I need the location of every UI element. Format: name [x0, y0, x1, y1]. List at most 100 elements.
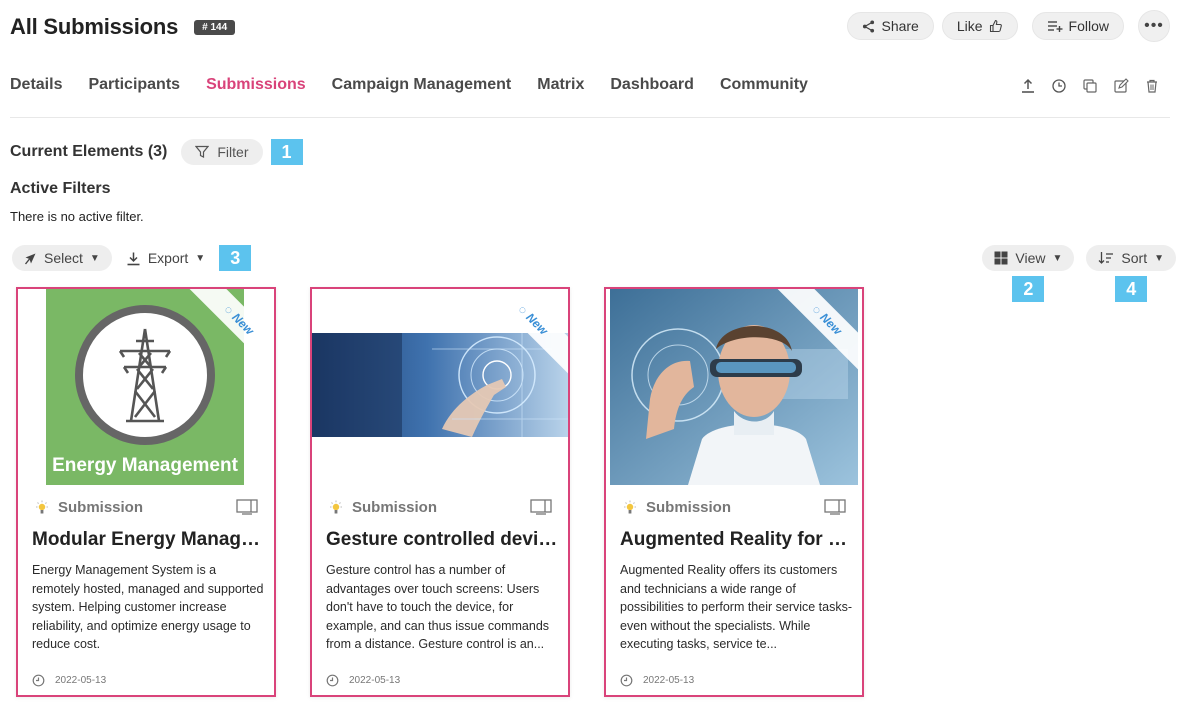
clock-icon [32, 674, 45, 687]
clock-icon[interactable] [1051, 78, 1067, 94]
like-button[interactable]: Like [941, 12, 1018, 40]
toolbar-left: Select ▼ Export ▼ 3 [12, 245, 252, 271]
tab-participants[interactable]: Participants [88, 76, 180, 94]
upload-icon[interactable] [1020, 78, 1036, 94]
chevron-down-icon: ▼ [1052, 252, 1063, 264]
share-icon [863, 19, 875, 33]
card-type: Submission [34, 499, 143, 516]
copy-icon[interactable] [1082, 78, 1098, 94]
card-date: 2022-05-13 [326, 674, 400, 687]
trash-icon[interactable] [1144, 78, 1160, 94]
follow-list-icon [1047, 20, 1063, 32]
card-description: Energy Management System is a remotely h… [32, 563, 264, 652]
submission-card[interactable]: ◌ New Submission Gesture controlled devi… [310, 287, 570, 697]
select-dropdown[interactable]: Select ▼ [12, 245, 112, 271]
lightbulb-icon [330, 500, 342, 513]
no-filter-text: There is no active filter. [10, 209, 144, 224]
tab-campaign-management[interactable]: Campaign Management [332, 76, 512, 94]
sort-dropdown[interactable]: Sort ▼ [1086, 245, 1176, 271]
ribbon-label: New [523, 310, 551, 338]
follow-label: Follow [1068, 18, 1109, 34]
lightbulb-icon [36, 500, 48, 513]
export-label: Export [147, 250, 189, 266]
follow-button[interactable]: Follow [1031, 12, 1124, 40]
clock-icon [326, 674, 339, 687]
presentation-icon[interactable] [236, 499, 258, 515]
card-title: Augmented Reality for … [620, 529, 847, 550]
card-description: Gesture control has a number of advantag… [326, 563, 550, 652]
view-dropdown[interactable]: View ▼ [982, 245, 1075, 271]
view-wrap: View ▼ 2 [982, 245, 1075, 302]
thumbs-up-icon [989, 19, 1002, 33]
active-filters-title: Active Filters [10, 180, 111, 197]
submission-card[interactable]: ◌ New Submission Augmented Reality for …… [604, 287, 864, 697]
tab-dashboard[interactable]: Dashboard [610, 76, 694, 94]
submission-card[interactable]: Energy Management ◌ New Submission Modul… [16, 287, 276, 697]
more-options-button[interactable]: ••• [1138, 10, 1170, 42]
sort-wrap: Sort ▼ 4 [1086, 245, 1176, 302]
presentation-icon[interactable] [824, 499, 846, 515]
ribbon-label: New [817, 310, 845, 338]
annotation-badge-1: 1 [270, 139, 303, 165]
share-label: Share [881, 18, 919, 34]
ribbon-label: New [229, 310, 257, 338]
lightbulb-icon [624, 500, 636, 513]
presentation-icon[interactable] [530, 499, 552, 515]
select-label: Select [44, 250, 83, 266]
share-button[interactable]: Share [847, 12, 934, 40]
annotation-badge-3: 3 [219, 245, 252, 271]
card-type: Submission [622, 499, 731, 516]
sort-icon [1098, 252, 1114, 264]
card-title: Gesture controlled devi… [326, 529, 558, 550]
elements-row: Current Elements (3) Filter 1 [10, 139, 303, 165]
tab-matrix[interactable]: Matrix [537, 76, 584, 94]
toolbar-right: View ▼ 2 Sort ▼ 4 [982, 245, 1176, 302]
card-image: Energy Management ◌ New [18, 289, 274, 485]
card-date: 2022-05-13 [32, 674, 106, 687]
card-image: ◌ New [606, 289, 862, 485]
filter-label: Filter [217, 144, 249, 160]
card-description: Augmented Reality offers its customers a… [620, 563, 853, 652]
new-ribbon: ◌ New [472, 289, 568, 385]
card-title: Modular Energy Manag… [32, 529, 261, 550]
annotation-badge-2: 2 [1012, 276, 1045, 302]
card-date-label: 2022-05-13 [55, 675, 107, 686]
like-label: Like [956, 18, 983, 34]
cursor-icon [24, 253, 36, 264]
tab-divider [10, 117, 1170, 118]
download-icon [127, 252, 140, 265]
page-title: All Submissions [10, 14, 179, 39]
chevron-down-icon: ▼ [195, 252, 206, 264]
page-header: All Submissions # 144 Share Like Follow … [10, 10, 1170, 42]
tab-bar: Details Participants Submissions Campaig… [10, 76, 808, 94]
grid-icon [994, 251, 1008, 265]
tab-submissions[interactable]: Submissions [206, 76, 306, 94]
card-image: ◌ New [312, 289, 568, 485]
id-badge: # 144 [194, 19, 236, 35]
card-date-label: 2022-05-13 [643, 675, 695, 686]
funnel-icon [195, 145, 210, 158]
annotation-badge-4: 4 [1115, 276, 1148, 302]
export-dropdown[interactable]: Export ▼ [122, 245, 209, 271]
chevron-down-icon: ▼ [1154, 252, 1164, 264]
card-type-label: Submission [58, 499, 144, 516]
tab-details[interactable]: Details [10, 76, 62, 94]
new-ribbon: ◌ New [178, 289, 274, 385]
energy-image-caption: Energy Management [52, 455, 238, 476]
card-type: Submission [328, 499, 437, 516]
current-elements-title: Current Elements (3) [10, 143, 168, 160]
view-label: View [1015, 250, 1046, 266]
filter-button[interactable]: Filter [181, 139, 263, 165]
card-type-label: Submission [352, 499, 438, 516]
edit-icon[interactable] [1113, 78, 1129, 94]
card-date-label: 2022-05-13 [349, 675, 401, 686]
new-ribbon: ◌ New [766, 289, 862, 385]
tab-community[interactable]: Community [720, 76, 808, 94]
tab-tools [1020, 78, 1160, 94]
sort-label: Sort [1121, 250, 1148, 266]
chevron-down-icon: ▼ [89, 252, 100, 264]
card-date: 2022-05-13 [620, 674, 694, 687]
submission-grid: Energy Management ◌ New Submission Modul… [16, 287, 864, 697]
card-type-label: Submission [646, 499, 732, 516]
clock-icon [620, 674, 633, 687]
